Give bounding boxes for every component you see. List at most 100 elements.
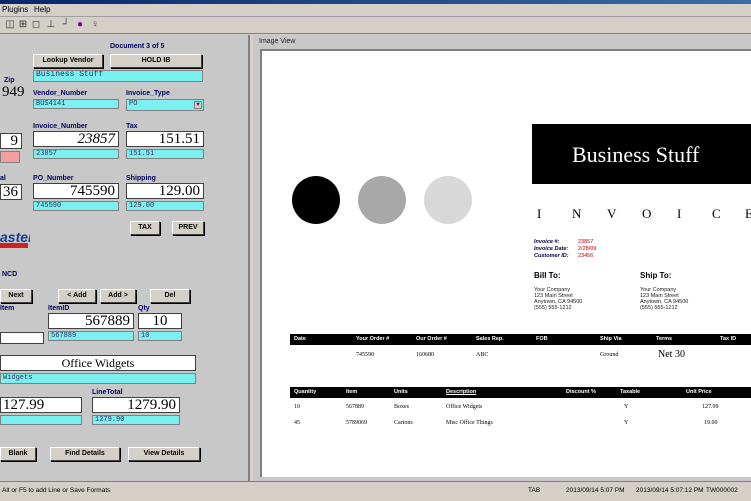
menu-plugins[interactable]: Plugins (2, 5, 28, 14)
shipping-field[interactable]: 129.00 (126, 201, 204, 211)
item-row-price: 19.00 (704, 420, 718, 426)
next-button[interactable]: Next (0, 289, 32, 303)
status-bar: Alt or F5 to add Line or Save Formats TA… (0, 481, 751, 501)
item-id-big: 567889 (48, 313, 134, 329)
tax-button[interactable]: TAX (130, 221, 160, 235)
item-field[interactable] (0, 332, 44, 344)
add-after-button[interactable]: Add > (100, 289, 136, 303)
data-entry-panel: Document 3 of 5 Lookup Vendor HOLD IB Bu… (0, 35, 250, 481)
qty-field[interactable]: 10 (138, 331, 182, 341)
col-taxable: Taxable (620, 389, 641, 395)
section-label: NCD (2, 271, 18, 278)
description-big: Office Widgets (0, 355, 196, 371)
marker-icon[interactable]: ┘ (60, 19, 72, 31)
status-date-1: 2013/09/14 5:07 PM (566, 487, 625, 494)
invoice-no-value: 23857 (578, 239, 594, 245)
qty-big: 10 (138, 313, 182, 329)
vendor-number-field[interactable]: BUS4141 (33, 99, 119, 109)
invoice-type-value: PO (129, 100, 138, 108)
invoice-number-label: Invoice_Number (33, 123, 88, 130)
item-id-label: ItemID (48, 305, 70, 312)
zip-label: Zip (4, 77, 15, 84)
line-total-big: 1279.90 (92, 397, 180, 413)
find-details-button[interactable]: Find Details (50, 447, 120, 461)
col-item: Item (346, 389, 358, 395)
delete-button[interactable]: Del (150, 289, 190, 303)
invoice-document-image[interactable]: Business Stuff I N V O I C E Invoice #: … (260, 49, 751, 477)
row-your-order: 745590 (356, 352, 374, 358)
left-label-2: al (0, 175, 6, 182)
item-row-units: Cartons (394, 420, 413, 426)
layout-icon[interactable]: ⊥ (45, 19, 57, 31)
item-row-item: 567889 (346, 404, 364, 410)
left-value-2: 36 (0, 184, 22, 200)
menu-help[interactable]: Help (34, 5, 50, 14)
row-terms: Net 30 (658, 349, 685, 360)
invoice-letter: O (642, 206, 652, 221)
image-view-caption: Image View (259, 38, 296, 45)
prev-button[interactable]: PREV (172, 221, 204, 235)
item-row-desc: Office Widgets (446, 404, 483, 410)
invoice-date-value: 2/28/09 (578, 246, 597, 252)
left-value-1: 9 (0, 133, 22, 149)
po-number-label: PO_Number (33, 175, 74, 182)
logo-circle-light (424, 176, 472, 224)
item-row-taxable: Y (624, 420, 629, 426)
item-row-taxable: Y (624, 404, 629, 410)
bill-to-label: Bill To: (534, 271, 561, 280)
description-field[interactable]: Widgets (0, 373, 196, 384)
qty-label: Qty (138, 305, 150, 312)
items-header-bar: Quantity Item Units Description Discount… (290, 387, 751, 398)
blank-button[interactable]: Blank (0, 447, 36, 461)
status-date-2: 2013/09/14 5:07:12 PM (636, 487, 704, 494)
logo-circle-dark (292, 176, 340, 224)
app-logo: aster (0, 229, 30, 255)
unit-price-field[interactable] (0, 415, 82, 425)
po-number-big: 745590 (33, 183, 119, 199)
tax-big: 151.51 (126, 131, 204, 147)
grid-icon[interactable]: ⊞ (17, 19, 29, 31)
tax-field[interactable]: 151.51 (126, 149, 204, 159)
invoice-number-big: 23857 (33, 131, 119, 147)
item-row-item: 5789069 (346, 420, 367, 426)
line-total-label: LineTotal (92, 389, 123, 396)
circle-icon[interactable]: ● (74, 19, 86, 31)
col-our-order: Our Order # (416, 336, 447, 342)
customer-id-value: 23456 (578, 253, 594, 259)
po-number-field[interactable]: 745590 (33, 201, 119, 211)
add-before-button[interactable]: < Add (58, 289, 96, 303)
item-label: Item (0, 305, 15, 312)
hold-button[interactable]: HOLD IB (110, 54, 202, 68)
zip-value: 949 (2, 85, 25, 100)
vendor-number-label: Vendor_Number (33, 90, 88, 97)
col-units: Units (394, 389, 408, 395)
col-date: Date (294, 336, 306, 342)
invoice-type-select[interactable]: PO ▼ (126, 99, 204, 111)
status-code: TW000002 (706, 487, 738, 494)
chevron-down-icon[interactable]: ▼ (194, 101, 202, 109)
col-fob: FOB (536, 336, 548, 342)
status-hint: Alt or F5 to add Line or Save Formats (2, 487, 111, 494)
invoice-letter: E (745, 206, 751, 222)
frame-icon[interactable]: ◻ (30, 19, 42, 31)
item-row-desc: Misc Office Things (446, 420, 493, 426)
invoice-letter: I (537, 206, 542, 221)
view-details-button[interactable]: View Details (128, 447, 200, 461)
invoice-number-field[interactable]: 23857 (33, 149, 119, 159)
lookup-vendor-button[interactable]: Lookup Vendor (33, 54, 103, 68)
logo-circle-mid (358, 176, 406, 224)
item-id-field[interactable]: 567889 (48, 331, 134, 341)
col-sales-rep: Sales Rep. (476, 336, 504, 342)
split-icon[interactable]: ◫ (4, 19, 16, 31)
document-counter: Document 3 of 5 (110, 43, 165, 50)
vendor-name-field[interactable]: Business Stuff (33, 70, 203, 82)
invoice-no-label: Invoice #: (534, 239, 560, 245)
ship-address-line: (555) 555-1212 (640, 305, 678, 311)
invoice-date-label: Invoice Date: (534, 246, 569, 252)
invoice-letter: N (572, 206, 582, 221)
pin-icon[interactable]: ♀ (89, 19, 101, 31)
col-description: Description (446, 389, 477, 395)
col-terms: Terms (656, 336, 673, 342)
line-total-field[interactable]: 1279.90 (92, 415, 180, 425)
shipping-label: Shipping (126, 175, 156, 182)
